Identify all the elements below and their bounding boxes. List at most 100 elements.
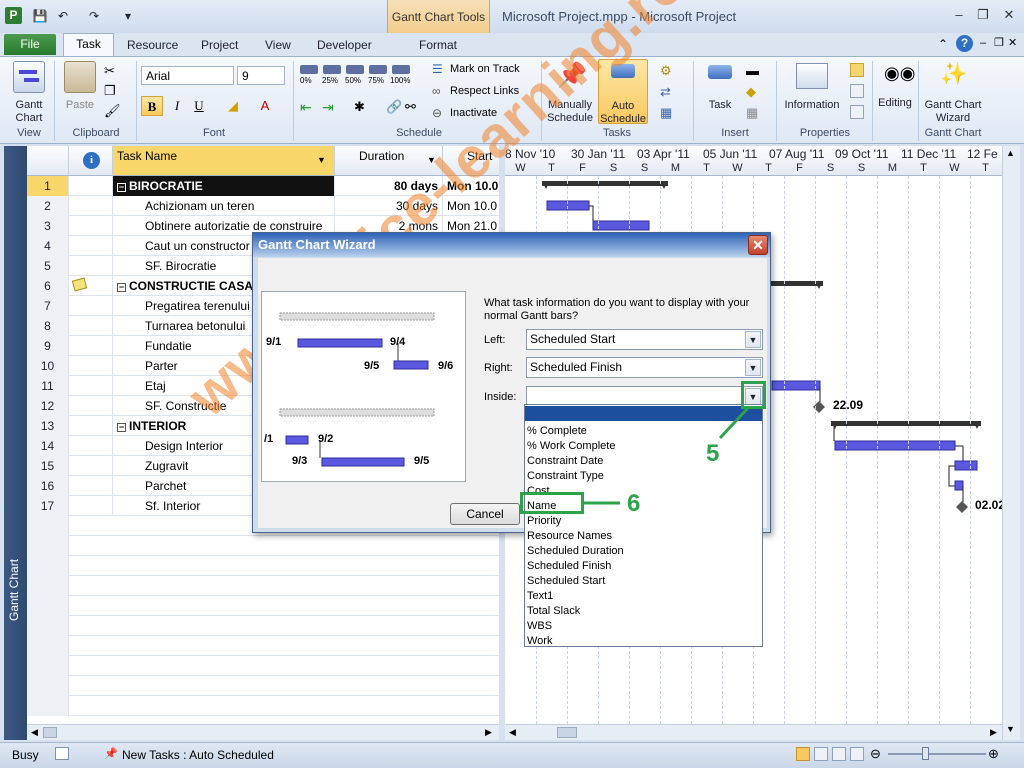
- pct-0-icon[interactable]: [300, 65, 318, 74]
- move-icon[interactable]: ⇄: [660, 84, 671, 100]
- dropdown-option[interactable]: Priority: [527, 514, 760, 529]
- tab-format[interactable]: Format: [410, 35, 466, 56]
- dropdown-option[interactable]: Scheduled Finish: [527, 559, 760, 574]
- row-id[interactable]: 14: [27, 436, 69, 456]
- task-bar[interactable]: [954, 460, 978, 471]
- dropdown-option[interactable]: Resource Names: [527, 529, 760, 544]
- gantt-chart-view-button[interactable]: Gantt Chart: [8, 61, 50, 125]
- tab-file[interactable]: File: [4, 34, 56, 55]
- tab-developer[interactable]: Developer: [308, 35, 381, 56]
- summary-bar[interactable]: [831, 421, 981, 426]
- mode-icon[interactable]: ▦: [660, 105, 672, 121]
- fill-color-icon[interactable]: ◢: [222, 96, 244, 116]
- row-id[interactable]: 6: [27, 276, 69, 296]
- scroll-left-icon[interactable]: ◀: [509, 727, 516, 738]
- gantt-view-shortcut-icon[interactable]: [796, 747, 810, 761]
- insert-task-button[interactable]: Task: [700, 61, 740, 125]
- dropdown-option[interactable]: Constraint Type: [527, 469, 760, 484]
- minimize-button[interactable]: –: [948, 6, 970, 24]
- pct-75-icon[interactable]: [369, 65, 387, 74]
- pct-25-icon[interactable]: [323, 65, 341, 74]
- indicators-header[interactable]: i: [69, 146, 113, 176]
- paste-button[interactable]: Paste: [60, 61, 100, 121]
- row-id[interactable]: 12: [27, 396, 69, 416]
- information-button[interactable]: Information: [780, 61, 844, 125]
- task-usage-shortcut-icon[interactable]: [814, 747, 828, 761]
- dropdown-option[interactable]: Total Slack: [527, 604, 760, 619]
- ribbon-minimize-icon[interactable]: –: [980, 37, 986, 49]
- customize-qat-icon[interactable]: ▾: [120, 8, 136, 24]
- select-all-header[interactable]: [27, 146, 69, 176]
- underline-button[interactable]: U: [188, 96, 210, 116]
- chart-horizontal-scrollbar[interactable]: ◀ ▶: [505, 724, 1002, 740]
- collapse-icon[interactable]: −: [117, 423, 126, 432]
- scroll-left-icon[interactable]: ◀: [31, 727, 38, 738]
- cut-icon[interactable]: ✂: [104, 63, 115, 79]
- unlink-tasks-icon[interactable]: ⚯: [405, 99, 416, 115]
- undo-icon[interactable]: ↶: [55, 8, 71, 24]
- scroll-right-icon[interactable]: ▶: [485, 727, 492, 738]
- row-id[interactable]: 10: [27, 356, 69, 376]
- font-color-icon[interactable]: A: [254, 96, 276, 116]
- chevron-down-icon[interactable]: ▼: [745, 331, 761, 348]
- tab-task[interactable]: Task: [63, 33, 114, 57]
- collapse-icon[interactable]: −: [117, 283, 126, 292]
- task-bar[interactable]: [771, 380, 821, 391]
- ribbon-close-icon[interactable]: ✕: [1008, 36, 1017, 49]
- task-bar[interactable]: [546, 200, 590, 211]
- task-name-cell[interactable]: − BIROCRATIE: [113, 176, 335, 196]
- scroll-thumb[interactable]: [557, 727, 577, 738]
- ribbon-restore-icon[interactable]: ❐: [994, 36, 1004, 49]
- font-size-combo[interactable]: 9: [237, 66, 285, 85]
- row-id[interactable]: 5: [27, 256, 69, 276]
- tab-resource[interactable]: Resource: [118, 35, 187, 56]
- link-tasks-icon[interactable]: 🔗: [386, 99, 402, 115]
- row-id[interactable]: 8: [27, 316, 69, 336]
- row-id[interactable]: 9: [27, 336, 69, 356]
- bold-button[interactable]: B: [141, 96, 163, 116]
- vertical-scrollbar[interactable]: ▲ ▼: [1002, 146, 1020, 740]
- dropdown-option[interactable]: Scheduled Duration: [527, 544, 760, 559]
- copy-icon[interactable]: ❐: [104, 83, 116, 99]
- indent-icon[interactable]: ⇥: [322, 99, 334, 116]
- row-id[interactable]: 4: [27, 236, 69, 256]
- macro-icon[interactable]: [55, 747, 69, 760]
- italic-button[interactable]: I: [166, 96, 188, 116]
- dependency-line[interactable]: [955, 445, 964, 461]
- summary-bar[interactable]: [542, 181, 668, 186]
- task-bar[interactable]: [834, 440, 956, 451]
- dependency-line[interactable]: [589, 205, 594, 221]
- task-name-header[interactable]: Task Name ▼: [113, 146, 335, 176]
- cancel-button[interactable]: Cancel: [450, 503, 520, 525]
- save-icon[interactable]: 💾: [32, 8, 48, 24]
- scroll-down-icon[interactable]: ▼: [1006, 724, 1015, 734]
- tab-view[interactable]: View: [256, 35, 300, 56]
- dropdown-option[interactable]: Work: [527, 634, 760, 649]
- pct-100-icon[interactable]: [392, 65, 410, 74]
- close-window-button[interactable]: ✕: [998, 6, 1020, 24]
- details-icon[interactable]: [850, 84, 864, 98]
- table-horizontal-scrollbar[interactable]: ◀ ▶: [27, 724, 499, 740]
- collapse-icon[interactable]: −: [117, 183, 126, 192]
- resource-sheet-shortcut-icon[interactable]: [850, 747, 864, 761]
- restore-button[interactable]: ❐: [972, 6, 994, 24]
- dropdown-option[interactable]: Scheduled Start: [527, 574, 760, 589]
- row-id[interactable]: 7: [27, 296, 69, 316]
- row-id[interactable]: 2: [27, 196, 69, 216]
- row-id[interactable]: 11: [27, 376, 69, 396]
- row-id[interactable]: 13: [27, 416, 69, 436]
- row-id[interactable]: 1: [27, 176, 69, 196]
- team-planner-shortcut-icon[interactable]: [832, 747, 846, 761]
- dropdown-option[interactable]: Constraint Date: [527, 454, 760, 469]
- app-icon[interactable]: P: [5, 7, 22, 24]
- dropdown-option[interactable]: Text1: [527, 589, 760, 604]
- zoom-out-icon[interactable]: ⊖: [870, 746, 881, 762]
- help-icon[interactable]: ?: [956, 35, 973, 52]
- row-id[interactable]: 17: [27, 496, 69, 516]
- add-timeline-icon[interactable]: [850, 105, 864, 119]
- summary-icon[interactable]: ▬: [746, 63, 759, 78]
- row-id[interactable]: 15: [27, 456, 69, 476]
- tab-project[interactable]: Project: [192, 35, 247, 56]
- milestone-icon[interactable]: ◆: [746, 84, 756, 100]
- notes-icon[interactable]: [850, 63, 864, 77]
